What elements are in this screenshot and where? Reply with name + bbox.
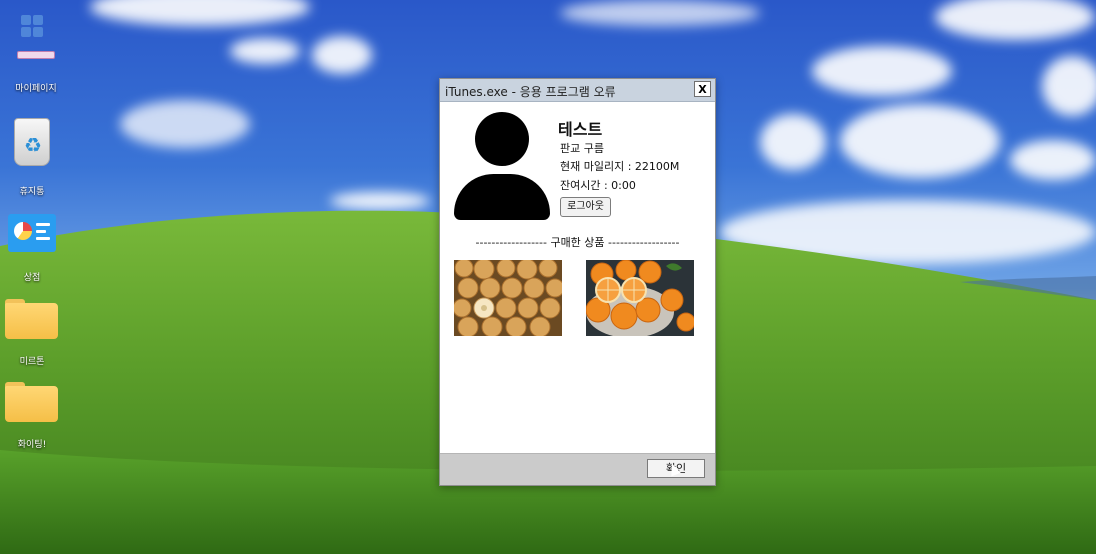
title-bar[interactable]: iTunes.exe - 응용 프로그램 오류 X (440, 79, 715, 102)
tangerines-image (586, 260, 694, 336)
dialog-footer: 확인 (440, 453, 715, 485)
product-pears[interactable] (454, 260, 562, 336)
folder-icon (5, 299, 58, 339)
user-avatar-icon (454, 112, 550, 220)
desktop-icon-label: 화이팅! (17, 440, 47, 450)
user-rank: 판교 구름 (560, 142, 604, 155)
desktop-icon-label: 미르톤 (19, 357, 45, 367)
recycle-bin-icon: ♻ (8, 112, 56, 170)
window-title: iTunes.exe - 응용 프로그램 오류 (445, 85, 616, 99)
desktop-icon-label: 상점 (23, 273, 41, 283)
logout-button[interactable]: 로그아웃 (560, 197, 611, 217)
desktop-icon-label: 휴지통 (19, 187, 45, 197)
error-dialog: iTunes.exe - 응용 프로그램 오류 X 테스트 판교 구름 현재 마… (439, 78, 716, 486)
user-name: 테스트 (558, 120, 603, 139)
product-tangerines[interactable] (586, 260, 694, 336)
windows-logo-icon (17, 15, 55, 61)
purchased-products-divider: ------------------ 구매한 상품 --------------… (475, 236, 680, 249)
store-icon (8, 214, 56, 252)
desktop-icon-label: 마이페이지 (15, 84, 57, 94)
mileage-text: 현재 마일리지 : 22100M (560, 160, 680, 173)
pears-image (454, 260, 562, 336)
folder-icon (5, 382, 58, 422)
remaining-time-text: 잔여시간 : 0:00 (560, 179, 636, 192)
close-button[interactable]: X (694, 81, 711, 97)
